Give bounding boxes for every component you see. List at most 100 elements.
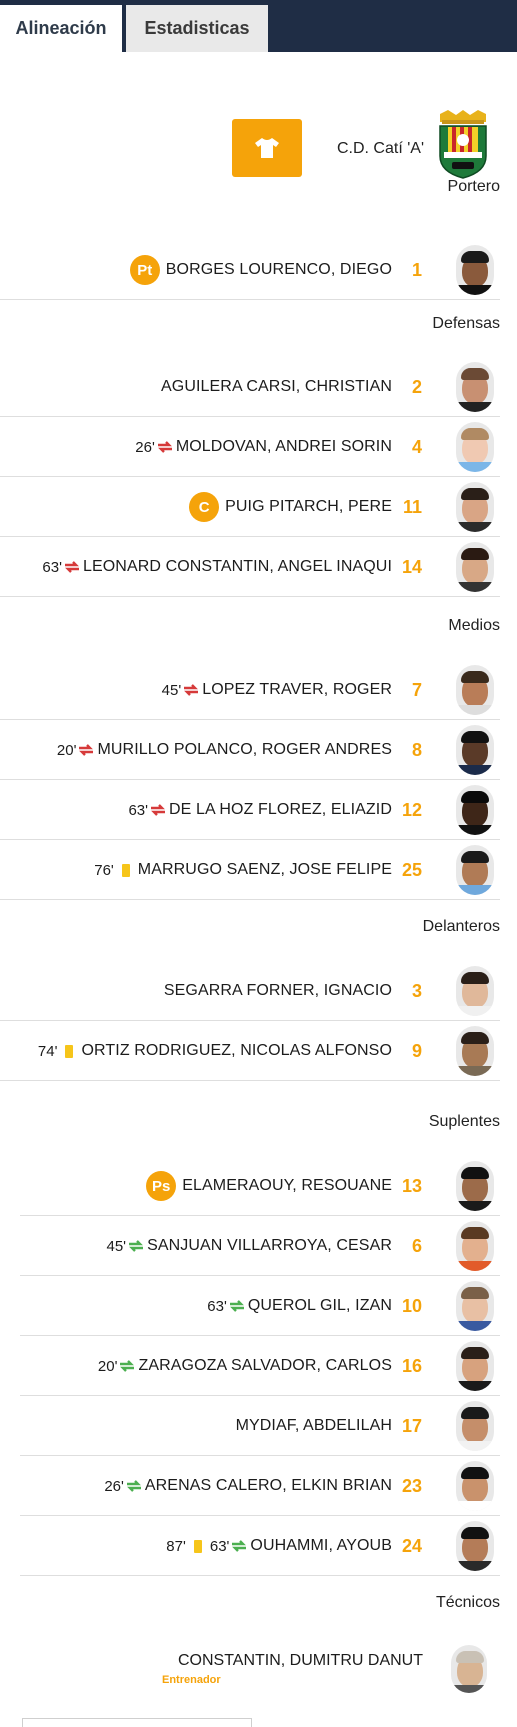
sub-minute: 63' xyxy=(207,1297,227,1315)
player-avatar xyxy=(456,966,494,1016)
sub-in-icon xyxy=(232,1540,247,1552)
player-number: 8 xyxy=(411,739,422,760)
player-name: OUHAMMI, AYOUB xyxy=(250,1537,392,1554)
player-name: BORGES LOURENCO, DIEGO xyxy=(165,261,392,278)
player-avatar xyxy=(456,1341,494,1391)
section-goalkeeper: Portero xyxy=(447,178,500,195)
card-minute: 87' xyxy=(166,1537,186,1555)
player-number: 9 xyxy=(411,1040,422,1061)
player-number: 7 xyxy=(411,679,422,700)
tab-lineup[interactable]: Alineación xyxy=(0,5,122,52)
sub-minute: 63' xyxy=(209,1537,230,1555)
player-row[interactable]: 74' ORTIZ RODRIGUEZ, NICOLAS ALFONSO 9 xyxy=(0,1021,500,1081)
player-avatar xyxy=(456,542,494,592)
player-name: ORTIZ RODRIGUEZ, NICOLAS ALFONSO xyxy=(81,1042,392,1059)
player-row[interactable]: 45' LOPEZ TRAVER, ROGER 7 xyxy=(0,660,500,720)
player-row[interactable]: Ps ELAMERAOUY, RESOUANE 13 xyxy=(0,1156,500,1216)
card-minute: 76' xyxy=(94,861,114,879)
player-number: 13 xyxy=(401,1175,422,1196)
player-number: 12 xyxy=(401,799,422,820)
sub-minute: 26' xyxy=(104,1477,124,1495)
player-name: LOPEZ TRAVER, ROGER xyxy=(202,681,392,698)
player-row[interactable]: 26' MOLDOVAN, ANDREI SORIN 4 xyxy=(0,417,500,477)
player-avatar xyxy=(456,725,494,775)
player-row[interactable]: AGUILERA CARSI, CHRISTIAN 2 xyxy=(0,357,500,417)
sub-in-icon xyxy=(129,1240,144,1252)
team-crest-icon xyxy=(439,110,487,179)
player-row[interactable]: 20' MURILLO POLANCO, ROGER ANDRES 8 xyxy=(0,720,500,780)
player-name: ZARAGOZA SALVADOR, CARLOS xyxy=(138,1357,392,1374)
player-avatar xyxy=(456,1161,494,1211)
player-row[interactable]: 63' QUEROL GIL, IZAN 10 xyxy=(0,1276,500,1336)
player-row[interactable]: SEGARRA FORNER, IGNACIO 3 xyxy=(0,961,500,1021)
player-number: 1 xyxy=(411,259,422,280)
sub-minute: 20' xyxy=(56,741,77,759)
player-row[interactable]: 76' MARRUGO SAENZ, JOSE FELIPE 25 xyxy=(0,840,500,900)
player-name: ELAMERAOUY, RESOUANE xyxy=(182,1177,392,1194)
tab-stats[interactable]: Estadisticas xyxy=(126,5,268,52)
coach-name[interactable]: CONSTANTIN, DUMITRU DANUT xyxy=(178,1652,423,1670)
player-name: ARENAS CALERO, ELKIN BRIAN xyxy=(144,1477,392,1494)
player-row[interactable]: 20' ZARAGOZA SALVADOR, CARLOS 16 xyxy=(0,1336,500,1396)
player-avatar xyxy=(456,785,494,835)
player-avatar xyxy=(456,362,494,412)
player-avatar xyxy=(456,1521,494,1571)
player-avatar xyxy=(456,245,494,295)
yellow-card-icon xyxy=(193,1539,202,1553)
player-row[interactable]: 45' SANJUAN VILLARROYA, CESAR 6 xyxy=(0,1216,500,1276)
player-name: PUIG PITARCH, PERE xyxy=(225,498,392,515)
player-avatar xyxy=(456,1461,494,1511)
sub-minute: 45' xyxy=(106,1237,127,1255)
sub-minute: 26' xyxy=(135,438,155,456)
player-number: 4 xyxy=(411,436,422,457)
player-row[interactable]: 26' ARENAS CALERO, ELKIN BRIAN 23 xyxy=(0,1456,500,1516)
player-name: MOLDOVAN, ANDREI SORIN xyxy=(175,438,392,455)
player-number: 17 xyxy=(401,1415,422,1436)
player-name: SANJUAN VILLARROYA, CESAR xyxy=(147,1237,392,1254)
sub-out-icon xyxy=(79,744,94,756)
player-number: 11 xyxy=(402,496,422,517)
player-row[interactable]: 63' LEONARD CONSTANTIN, ANGEL INAQUI 14 xyxy=(0,537,500,597)
section-subs: Suplentes xyxy=(428,1113,500,1130)
player-number: 23 xyxy=(401,1475,422,1496)
coach-avatar xyxy=(451,1645,487,1693)
sub-out-icon xyxy=(64,561,79,573)
player-row[interactable]: 63' DE LA HOZ FLOREZ, ELIAZID 12 xyxy=(0,780,500,840)
player-name: QUEROL GIL, IZAN xyxy=(247,1297,392,1314)
sub-minute: 20' xyxy=(97,1357,118,1375)
section-midfielders: Medios xyxy=(448,617,500,634)
yellow-card-icon xyxy=(121,863,130,877)
player-avatar xyxy=(456,845,494,895)
player-avatar xyxy=(456,1281,494,1331)
player-name: MARRUGO SAENZ, JOSE FELIPE xyxy=(137,861,392,878)
player-row[interactable]: Pt BORGES LOURENCO, DIEGO 1 xyxy=(0,240,500,300)
player-name: MYDIAF, ABDELILAH xyxy=(235,1417,392,1434)
sub-out-icon xyxy=(151,804,165,816)
player-number: 24 xyxy=(401,1535,422,1556)
sub-minute: 63' xyxy=(128,801,148,819)
player-name: LEONARD CONSTANTIN, ANGEL INAQUI xyxy=(82,558,392,575)
player-name: DE LA HOZ FLOREZ, ELIAZID xyxy=(169,801,392,818)
sub-out-icon xyxy=(184,684,199,696)
player-avatar xyxy=(456,1401,494,1451)
player-row[interactable]: C PUIG PITARCH, PERE 11 xyxy=(0,477,500,537)
sub-minute: 63' xyxy=(42,558,62,576)
player-avatar xyxy=(456,422,494,472)
sub-in-icon xyxy=(120,1360,135,1372)
section-forwards: Delanteros xyxy=(422,918,500,935)
sub-in-icon xyxy=(229,1300,244,1312)
player-row[interactable]: MYDIAF, ABDELILAH 17 xyxy=(0,1396,500,1456)
jersey-button[interactable] xyxy=(232,119,302,177)
team-name: C.D. Catí 'A' xyxy=(336,140,424,157)
sub-out-icon xyxy=(157,441,172,453)
player-name: AGUILERA CARSI, CHRISTIAN xyxy=(161,378,392,395)
card-minute: 74' xyxy=(37,1042,58,1060)
player-number: 25 xyxy=(401,859,422,880)
shirt-icon xyxy=(255,138,279,158)
player-number: 14 xyxy=(401,556,422,577)
player-row[interactable]: 87' 63' OUHAMMI, AYOUB 24 xyxy=(0,1516,500,1576)
player-avatar xyxy=(456,1026,494,1076)
coach-role: Entrenador xyxy=(162,1674,221,1686)
sub-minute: 45' xyxy=(161,681,182,699)
player-name: MURILLO POLANCO, ROGER ANDRES xyxy=(97,741,392,758)
